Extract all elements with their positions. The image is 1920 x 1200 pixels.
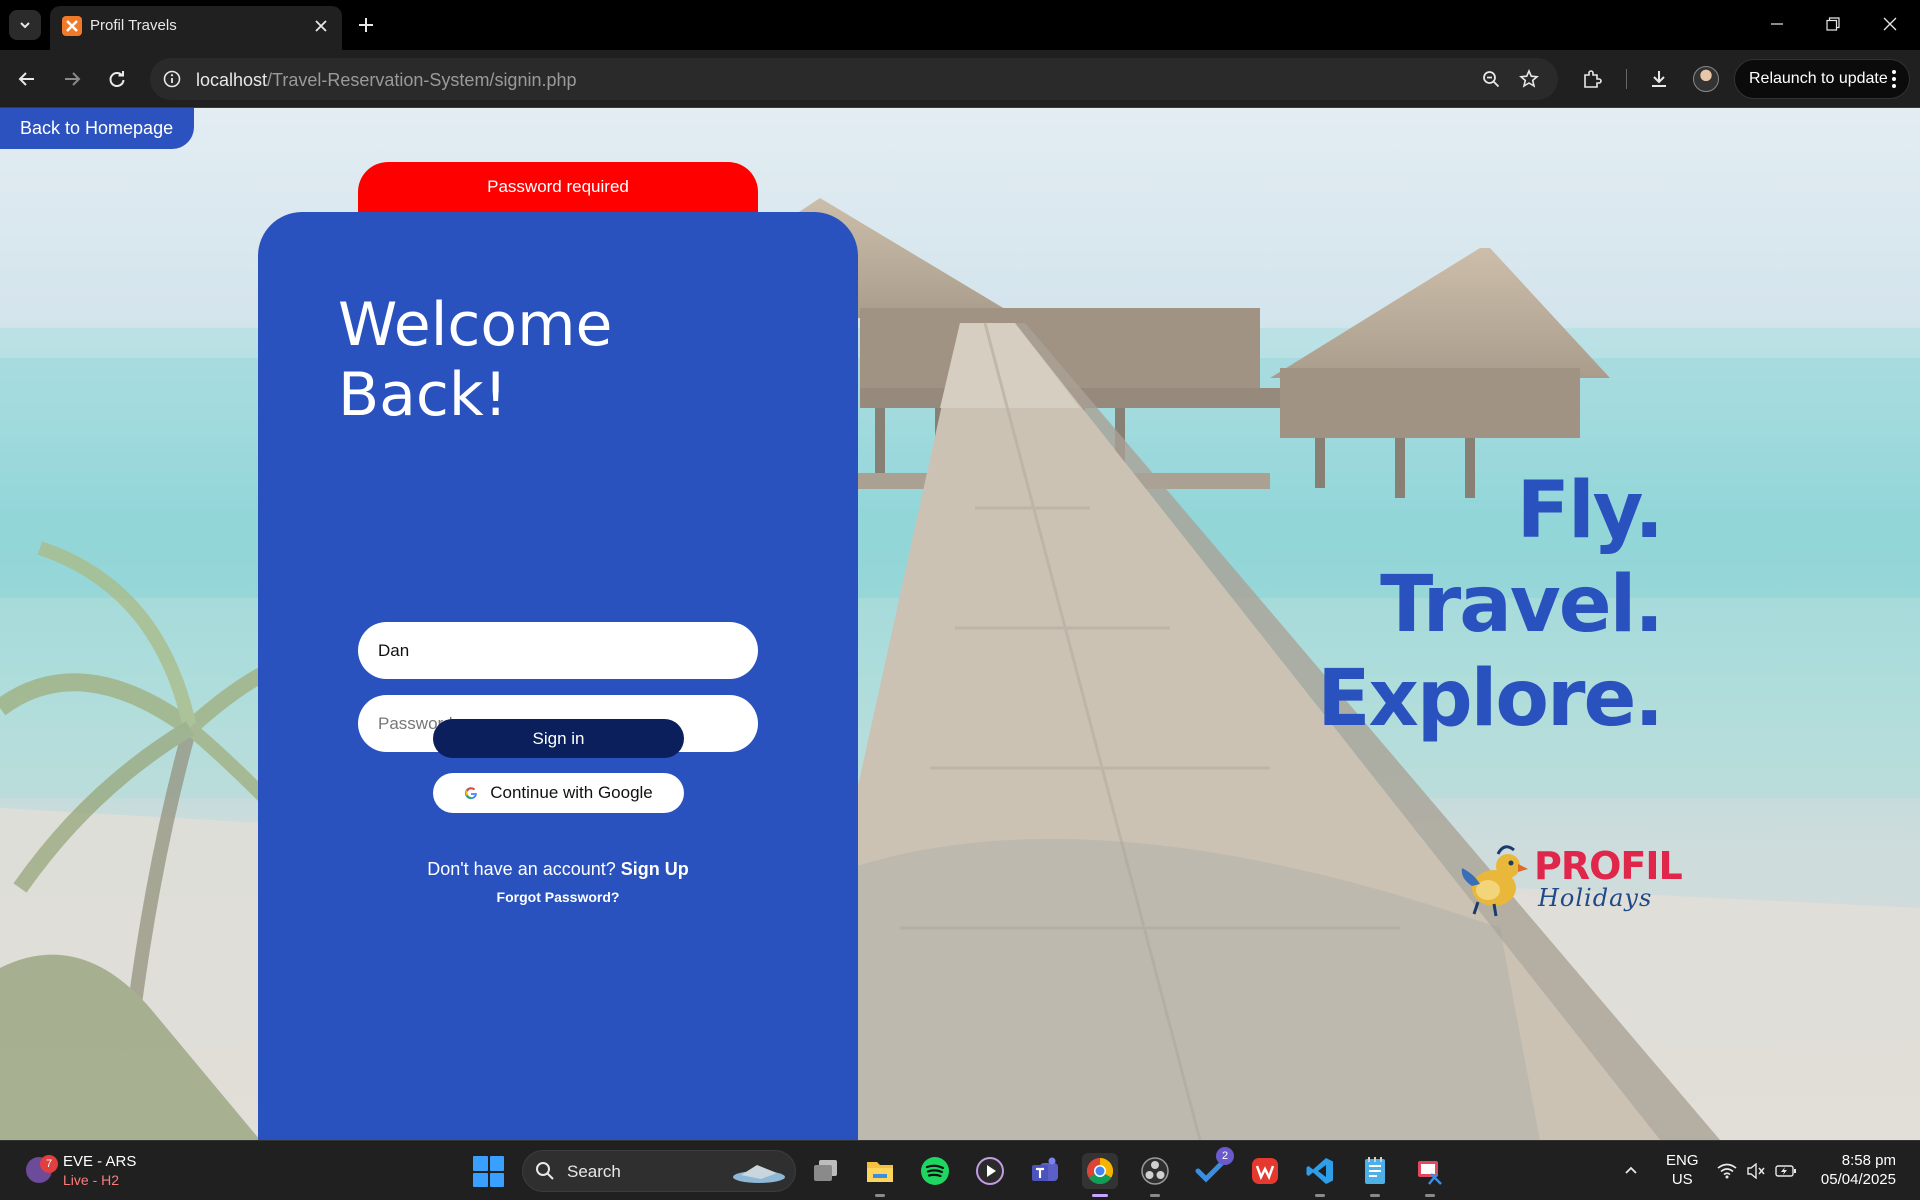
file-explorer-icon[interactable] (862, 1153, 898, 1197)
volume-muted-icon[interactable] (1744, 1153, 1768, 1189)
google-icon (465, 787, 478, 800)
running-indicator (1425, 1194, 1435, 1197)
forgot-password-link[interactable]: Forgot Password? (258, 889, 858, 905)
signin-card: Welcome Back! Sign in Continue with Goog… (258, 212, 858, 1140)
no-account-text: Don't have an account? (427, 859, 616, 879)
tab-title: Profil Travels (90, 17, 177, 34)
todo-badge: 2 (1216, 1147, 1234, 1165)
back-arrow-icon[interactable] (11, 63, 43, 95)
running-indicator (875, 1194, 885, 1197)
system-clock[interactable]: 8:58 pm 05/04/2025 (1816, 1151, 1896, 1189)
close-tab-icon[interactable] (310, 15, 332, 37)
live-widget[interactable]: 7 (22, 1149, 62, 1193)
search-label: Search (567, 1162, 621, 1181)
chevron-down-icon (20, 22, 30, 29)
logo-subtitle-text: Holidays (1538, 884, 1653, 912)
page-viewport: Back to Homepage Password required Welco… (0, 108, 1920, 1140)
new-tab-icon[interactable] (352, 11, 380, 39)
tagline-line-1: Fly. (1516, 466, 1664, 556)
clock-date: 05/04/2025 (1820, 1171, 1896, 1188)
language-line-1: ENG (1666, 1152, 1699, 1169)
notepad-icon[interactable] (1357, 1153, 1393, 1197)
media-player-icon[interactable] (972, 1153, 1008, 1189)
reload-icon[interactable] (101, 63, 133, 95)
active-tab[interactable]: Profil Travels (50, 6, 342, 50)
welcome-heading: Welcome Back! (338, 290, 612, 430)
relaunch-label: Relaunch to update (1749, 70, 1888, 87)
sign-in-button[interactable]: Sign in (433, 719, 684, 758)
address-bar[interactable]: localhost/Travel-Reservation-System/sign… (150, 58, 1558, 100)
obs-icon[interactable] (1137, 1153, 1173, 1197)
bookmark-star-icon[interactable] (1517, 67, 1541, 91)
relaunch-to-update-button[interactable]: Relaunch to update (1734, 59, 1910, 99)
profile-avatar[interactable] (1693, 66, 1719, 92)
wps-office-icon[interactable] (1247, 1153, 1283, 1189)
live-widget-status: Live - H2 (63, 1172, 120, 1188)
continue-with-google-button[interactable]: Continue with Google (433, 773, 684, 813)
search-icon (536, 1162, 554, 1180)
restore-icon[interactable] (1813, 8, 1853, 40)
tab-strip: Profil Travels (0, 0, 1920, 50)
forward-arrow-icon[interactable] (56, 63, 88, 95)
teams-icon[interactable] (1027, 1153, 1063, 1189)
download-icon[interactable] (1643, 63, 1675, 95)
show-hidden-icons-chevron-up-icon[interactable] (1620, 1153, 1642, 1189)
windows-taskbar: 7 EVE - ARS Live - H2 Search 2 ENG US 8:… (0, 1140, 1920, 1200)
site-info-icon[interactable] (160, 67, 184, 91)
back-to-homepage-button[interactable]: Back to Homepage (0, 108, 194, 149)
todo-icon[interactable]: 2 (1192, 1147, 1234, 1189)
welcome-line-2: Back! (338, 360, 508, 430)
running-indicator (1315, 1194, 1325, 1197)
url-host: localhost (196, 70, 268, 90)
task-view-icon[interactable] (808, 1153, 844, 1189)
url-text: localhost/Travel-Reservation-System/sign… (196, 70, 577, 91)
signup-prompt: Don't have an account? Sign Up (258, 859, 858, 880)
running-indicator (1370, 1194, 1380, 1197)
logo-brand-text: PROFIL (1534, 844, 1683, 888)
tab-search-button[interactable] (9, 10, 41, 40)
close-window-icon[interactable] (1870, 8, 1910, 40)
running-indicator (1150, 1194, 1160, 1197)
xampp-favicon-icon (62, 16, 82, 36)
profil-holidays-logo: PROFIL Holidays (1458, 838, 1683, 924)
spotify-icon[interactable] (917, 1153, 953, 1189)
sign-up-link[interactable]: Sign Up (621, 859, 689, 879)
chrome-icon[interactable] (1082, 1153, 1118, 1197)
more-vertical-icon (1892, 70, 1896, 88)
zoom-icon[interactable] (1479, 67, 1503, 91)
minimize-icon[interactable] (1757, 8, 1797, 40)
browser-toolbar: localhost/Travel-Reservation-System/sign… (0, 50, 1920, 108)
search-highlight-icon (733, 1165, 785, 1183)
vscode-icon[interactable] (1302, 1153, 1338, 1197)
taskbar-search-box[interactable]: Search (522, 1150, 796, 1192)
windows-start-icon[interactable] (473, 1156, 504, 1187)
tagline-line-3: Explore. (1317, 654, 1664, 744)
clock-time: 8:58 pm (1841, 1152, 1896, 1169)
toolbar-divider (1626, 69, 1627, 89)
username-input[interactable] (358, 622, 758, 679)
battery-charging-icon[interactable] (1773, 1153, 1799, 1189)
bird-mascot-icon (1461, 845, 1528, 917)
live-widget-title: EVE - ARS (63, 1153, 137, 1170)
live-badge: 7 (40, 1155, 58, 1173)
url-path: /Travel-Reservation-System/signin.php (267, 70, 577, 90)
wifi-icon[interactable] (1715, 1153, 1739, 1189)
language-line-2: US (1671, 1171, 1693, 1188)
welcome-line-1: Welcome (338, 290, 613, 360)
snipping-tool-icon[interactable] (1412, 1153, 1448, 1197)
tagline: Fly. Travel. Explore. (1317, 464, 1664, 746)
tagline-line-2: Travel. (1380, 560, 1664, 650)
active-indicator (1092, 1194, 1108, 1197)
extensions-icon[interactable] (1576, 63, 1608, 95)
google-button-label: Continue with Google (490, 783, 653, 802)
language-indicator[interactable]: ENG US (1666, 1151, 1699, 1189)
